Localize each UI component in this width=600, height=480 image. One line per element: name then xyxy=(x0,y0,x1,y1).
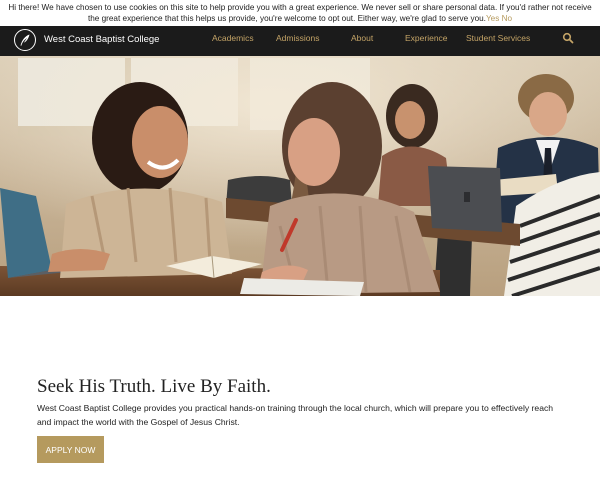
students-studying-photo xyxy=(0,56,600,296)
main-navigation: West Coast Baptist College Academics Adm… xyxy=(0,26,600,56)
site-brand-link[interactable]: West Coast Baptist College xyxy=(44,34,159,45)
hero-image xyxy=(0,56,600,296)
nav-item-academics[interactable]: Academics xyxy=(212,33,254,43)
search-icon[interactable] xyxy=(562,32,574,44)
cookie-accept-link[interactable]: Yes xyxy=(486,14,499,23)
nav-item-admissions[interactable]: Admissions xyxy=(276,33,319,43)
intro-paragraph: West Coast Baptist College provides you … xyxy=(37,403,554,427)
feather-quill-icon[interactable] xyxy=(14,29,36,51)
cookie-banner: Hi there! We have chosen to use cookies … xyxy=(0,0,600,26)
nav-item-experience[interactable]: Experience xyxy=(405,33,448,43)
nav-item-about[interactable]: About xyxy=(351,33,373,43)
page-headline: Seek His Truth. Live By Faith. xyxy=(37,376,271,397)
cookie-decline-link[interactable]: No xyxy=(502,14,512,23)
apply-now-button[interactable]: APPLY NOW xyxy=(37,436,104,463)
nav-item-student-services[interactable]: Student Services xyxy=(466,33,530,43)
